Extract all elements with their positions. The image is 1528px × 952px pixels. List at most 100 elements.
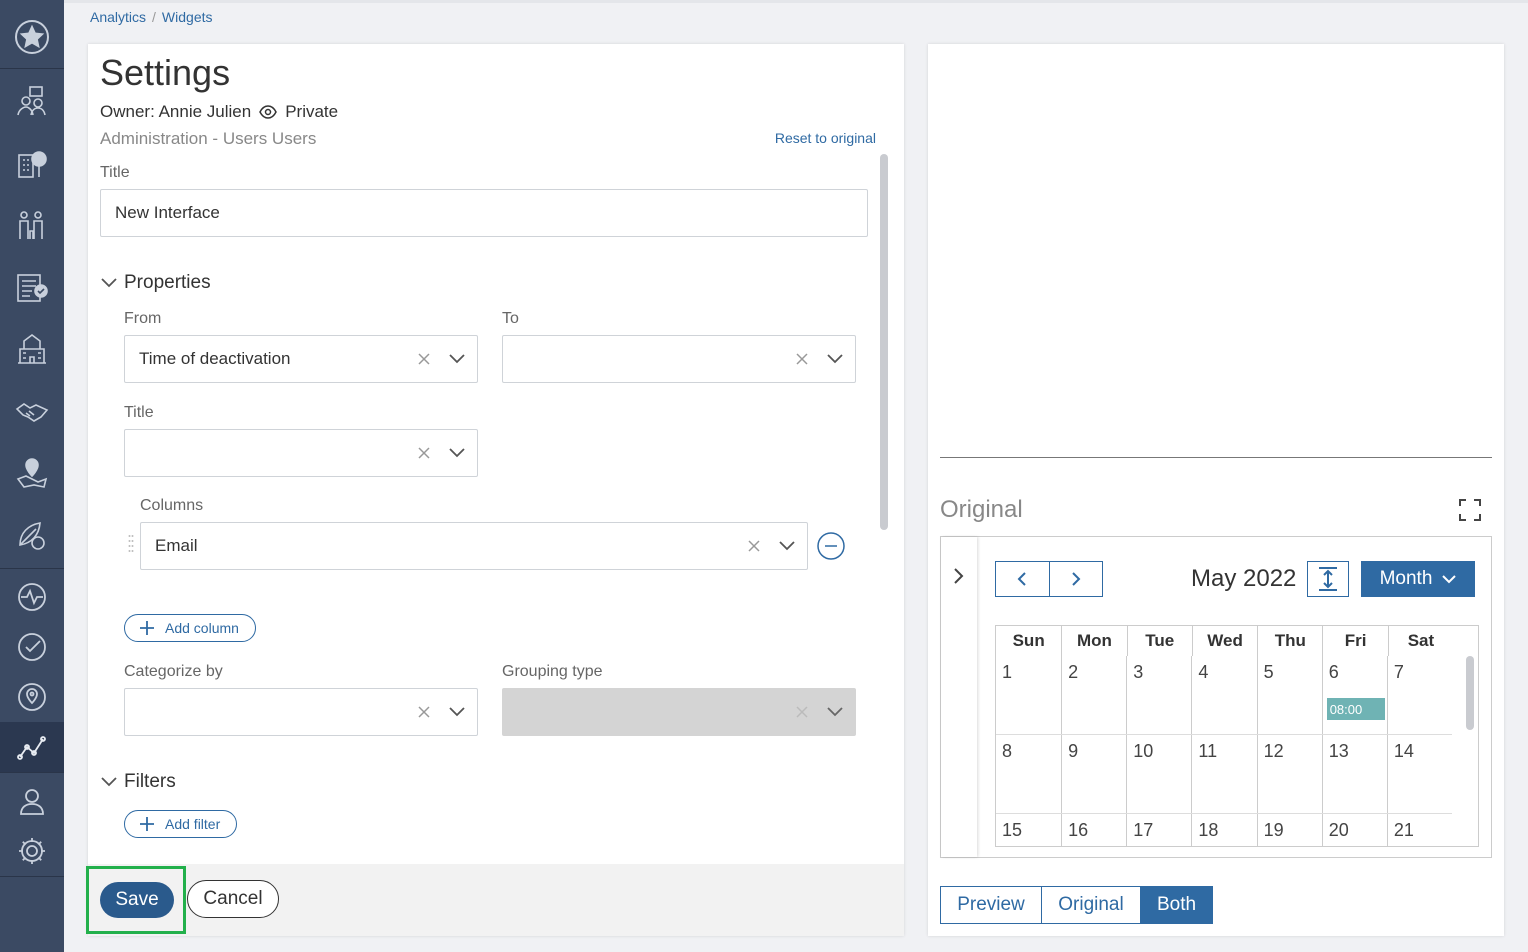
remove-column-icon[interactable] bbox=[817, 532, 845, 565]
cancel-button[interactable]: Cancel bbox=[187, 880, 279, 918]
day-cell[interactable]: 17 bbox=[1126, 814, 1191, 846]
school-building-icon[interactable] bbox=[0, 324, 64, 374]
day-cell[interactable]: 15 bbox=[996, 814, 1061, 846]
fit-height-button[interactable] bbox=[1307, 561, 1349, 597]
properties-section-header[interactable]: Properties bbox=[100, 272, 211, 294]
day-cell[interactable]: 19 bbox=[1256, 814, 1322, 846]
filters-section-header[interactable]: Filters bbox=[100, 771, 176, 793]
save-button[interactable]: Save bbox=[100, 882, 174, 918]
from-label: From bbox=[124, 310, 162, 327]
gear-icon[interactable] bbox=[0, 826, 64, 876]
calendar-sidebar-toggle[interactable] bbox=[941, 537, 977, 857]
day-cell[interactable]: 8 bbox=[996, 735, 1061, 813]
previous-month-button[interactable] bbox=[996, 562, 1050, 596]
day-number: 9 bbox=[1068, 741, 1079, 761]
day-cell[interactable]: 9 bbox=[1061, 735, 1126, 813]
property-title-select[interactable] bbox=[124, 429, 478, 477]
next-month-button[interactable] bbox=[1050, 562, 1103, 596]
original-mode-button[interactable]: Original bbox=[1041, 887, 1140, 923]
day-cell[interactable]: 13 bbox=[1321, 735, 1387, 813]
add-filter-button[interactable]: Add filter bbox=[124, 810, 238, 838]
day-cell[interactable]: 20 bbox=[1321, 814, 1387, 846]
day-cell[interactable]: 5 bbox=[1256, 656, 1322, 734]
family-icon[interactable] bbox=[0, 200, 64, 250]
columns-label: Columns bbox=[140, 497, 204, 514]
day-number: 4 bbox=[1198, 662, 1209, 682]
checklist-icon[interactable] bbox=[0, 262, 64, 312]
building-tree-icon[interactable] bbox=[0, 138, 64, 188]
breadcrumb-separator: / bbox=[152, 9, 156, 25]
day-cell[interactable]: 18 bbox=[1191, 814, 1256, 846]
weekday: Wed bbox=[1191, 626, 1257, 656]
week-row: 8 9 10 11 12 13 14 bbox=[996, 735, 1452, 814]
preview-mode-button[interactable]: Preview bbox=[941, 887, 1041, 923]
settings-panel: Settings Owner: Annie Julien Private Adm… bbox=[86, 44, 904, 936]
add-column-button[interactable]: Add column bbox=[124, 614, 256, 642]
page-title: Settings bbox=[100, 52, 231, 93]
chevron-down-icon[interactable] bbox=[449, 448, 465, 458]
chevron-down-icon[interactable] bbox=[827, 354, 843, 364]
handshake-icon[interactable] bbox=[0, 386, 64, 436]
clear-icon[interactable] bbox=[795, 352, 809, 366]
categorize-select[interactable] bbox=[124, 688, 478, 736]
drag-handle-icon[interactable] bbox=[128, 534, 134, 559]
day-cell[interactable]: 3 bbox=[1126, 656, 1191, 734]
day-cell[interactable]: 10 bbox=[1126, 735, 1191, 813]
clear-icon[interactable] bbox=[417, 705, 431, 719]
weekday: Mon bbox=[1061, 626, 1126, 656]
chevron-down-icon[interactable] bbox=[449, 354, 465, 364]
calendar-scrollbar[interactable] bbox=[1466, 656, 1474, 730]
day-cell[interactable]: 14 bbox=[1386, 735, 1452, 813]
calendar-event[interactable]: 08:00 bbox=[1326, 698, 1385, 720]
check-circle-icon[interactable] bbox=[0, 622, 64, 672]
add-filter-label: Add filter bbox=[165, 816, 221, 832]
location-icon[interactable] bbox=[0, 672, 64, 722]
property-title-label: Title bbox=[124, 404, 154, 421]
from-select[interactable]: Time of deactivation bbox=[124, 335, 478, 383]
favorites-icon[interactable] bbox=[0, 12, 64, 62]
day-number: 7 bbox=[1393, 662, 1404, 682]
day-cell[interactable]: 21 bbox=[1386, 814, 1452, 846]
clear-icon bbox=[796, 706, 808, 718]
to-select[interactable] bbox=[502, 335, 856, 383]
owner-name: Owner: Annie Julien bbox=[100, 102, 252, 121]
weekday-header: Sun Mon Tue Wed Thu Fri Sat bbox=[996, 626, 1478, 656]
chevron-down-icon[interactable] bbox=[779, 541, 795, 551]
chevron-left-icon bbox=[1017, 572, 1026, 586]
people-chat-icon[interactable] bbox=[0, 76, 64, 126]
chevron-down-icon bbox=[1442, 574, 1457, 583]
weekday: Sun bbox=[1012, 631, 1045, 650]
clear-icon[interactable] bbox=[747, 539, 761, 553]
fullscreen-icon[interactable] bbox=[1458, 498, 1482, 527]
day-cell[interactable]: 7 bbox=[1386, 656, 1452, 734]
map-pin-icon[interactable] bbox=[0, 448, 64, 498]
preview-panel: Original May 2022 Month Sun Mon Tue Wed … bbox=[928, 44, 1504, 936]
breadcrumb-analytics[interactable]: Analytics bbox=[90, 9, 146, 25]
both-mode-button[interactable]: Both bbox=[1140, 887, 1212, 923]
clear-icon[interactable] bbox=[417, 446, 431, 460]
leaves-icon[interactable] bbox=[0, 510, 64, 560]
settings-scrollbar[interactable] bbox=[880, 154, 888, 530]
day-cell[interactable]: 11 bbox=[1191, 735, 1256, 813]
calendar-view-select[interactable]: Month bbox=[1361, 561, 1475, 597]
breadcrumb-widgets[interactable]: Widgets bbox=[162, 9, 213, 25]
privacy-label: Private bbox=[285, 102, 339, 121]
column-select[interactable]: Email bbox=[140, 522, 808, 570]
day-number: 6 bbox=[1328, 662, 1339, 682]
day-cell[interactable]: 12 bbox=[1256, 735, 1322, 813]
clear-icon[interactable] bbox=[417, 352, 431, 366]
activity-icon[interactable] bbox=[0, 572, 64, 622]
day-number: 15 bbox=[1002, 820, 1023, 840]
chevron-down-icon[interactable] bbox=[449, 707, 465, 717]
analytics-icon[interactable] bbox=[0, 722, 64, 772]
owner-line: Owner: Annie Julien Private bbox=[100, 102, 338, 122]
day-cell[interactable]: 6 08:00 bbox=[1321, 656, 1387, 734]
day-cell[interactable]: 16 bbox=[1061, 814, 1126, 846]
day-cell[interactable]: 4 bbox=[1191, 656, 1256, 734]
user-icon[interactable] bbox=[0, 776, 64, 826]
day-cell[interactable]: 1 bbox=[996, 656, 1061, 734]
reset-to-original-link[interactable]: Reset to original bbox=[775, 130, 876, 146]
title-input[interactable]: New Interface bbox=[100, 189, 868, 237]
day-number: 20 bbox=[1328, 820, 1349, 840]
day-cell[interactable]: 2 bbox=[1061, 656, 1126, 734]
